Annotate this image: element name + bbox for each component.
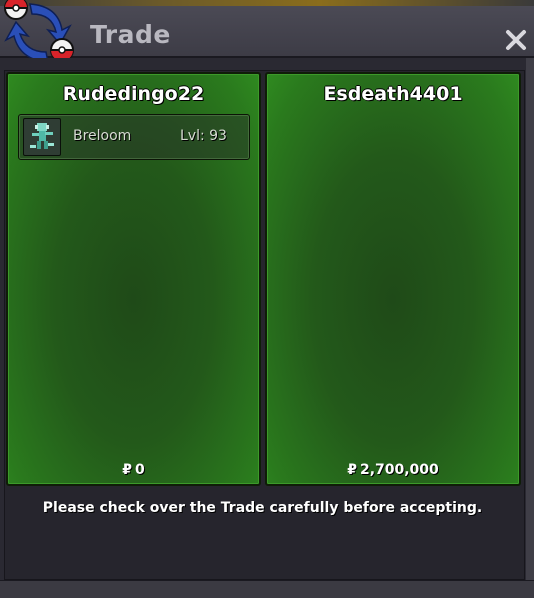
partner-offer-panel: Esdeath4401 ₽2,700,000 — [265, 72, 521, 486]
title-bar[interactable]: Trade — [0, 6, 534, 58]
left-money: ₽0 — [8, 462, 259, 478]
close-icon — [506, 30, 526, 50]
close-button[interactable] — [500, 24, 532, 56]
my-offer-panel: Rudedingo22 Breloom Lvl: 93 ₽ 0 — [6, 72, 261, 486]
right-money-amount: 2,700,000 — [359, 462, 439, 478]
left-money-amount: 0 — [135, 462, 145, 478]
pokemon-name: Breloom — [73, 128, 132, 144]
right-player-name: Esdeath4401 — [323, 83, 463, 105]
bottom-bar — [0, 580, 534, 598]
pokemon-level: Lvl: 93 — [180, 128, 227, 144]
offered-pokemon-row[interactable]: Breloom Lvl: 93 — [18, 114, 250, 160]
trade-window: Trade Rudedingo22 Breloom Lvl: 93 ₽ 0 Es… — [0, 0, 534, 598]
right-money: ₽2,700,000 — [267, 462, 519, 478]
currency-icon: ₽ — [122, 462, 132, 478]
window-title: Trade — [90, 20, 171, 49]
trade-notice: Please check over the Trade carefully be… — [42, 500, 483, 516]
left-player-name: Rudedingo22 — [62, 83, 205, 105]
currency-icon: ₽ — [347, 462, 357, 478]
breloom-sprite-icon — [23, 118, 61, 156]
window-edge — [526, 58, 534, 598]
